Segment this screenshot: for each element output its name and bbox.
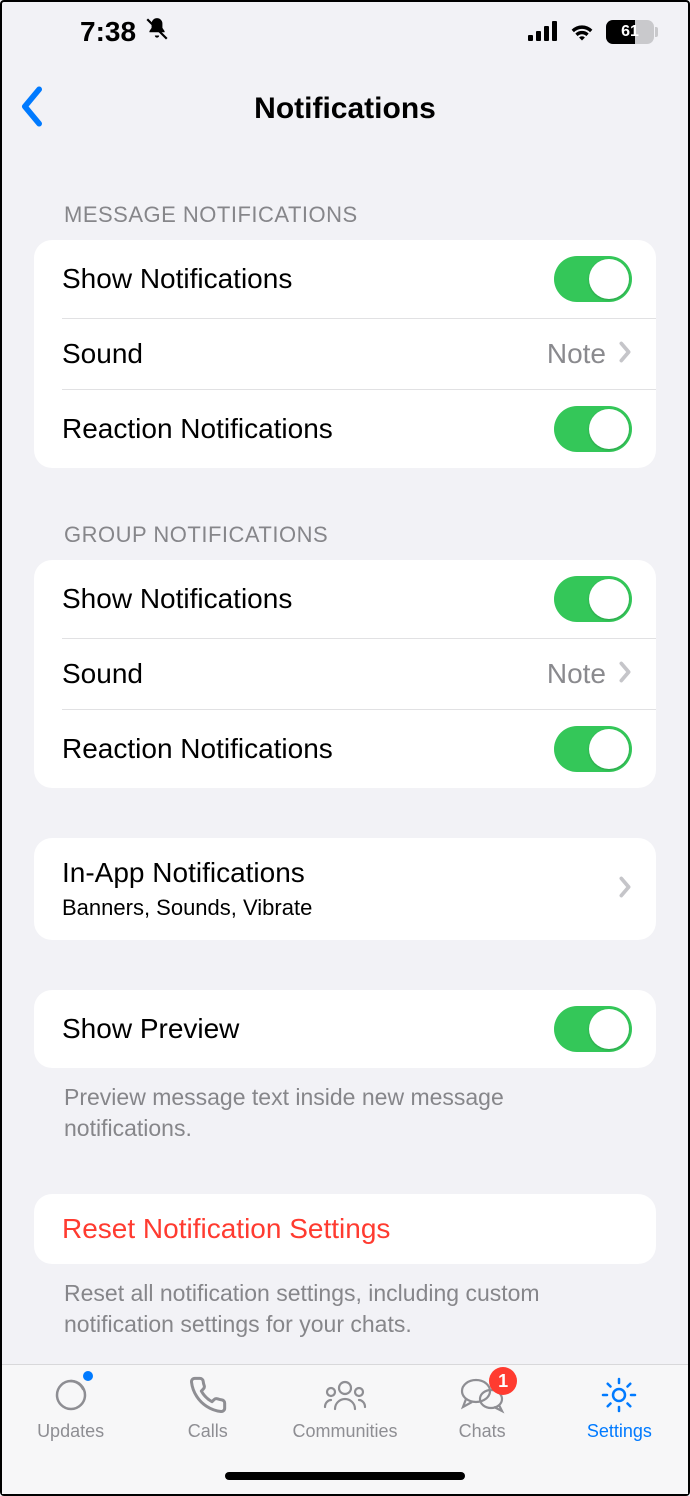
- group-reaction-row[interactable]: Reaction Notifications: [34, 710, 656, 788]
- row-label: Reaction Notifications: [62, 413, 333, 445]
- wifi-icon: [568, 16, 596, 48]
- row-label: Sound: [62, 658, 143, 690]
- reset-notification-settings-row[interactable]: Reset Notification Settings: [34, 1194, 656, 1264]
- tab-calls[interactable]: Calls: [143, 1373, 273, 1442]
- tab-label: Settings: [587, 1421, 652, 1442]
- reset-footer: Reset all notification settings, includi…: [34, 1264, 656, 1340]
- row-label: Show Preview: [62, 1013, 239, 1045]
- in-app-notifications-row[interactable]: In-App Notifications Banners, Sounds, Vi…: [34, 838, 656, 940]
- show-preview-row[interactable]: Show Preview: [34, 990, 656, 1068]
- content-scroll: Message Notifications Show Notifications…: [2, 156, 688, 1364]
- phone-icon: [188, 1373, 228, 1417]
- group-sound-row[interactable]: Sound Note: [34, 639, 656, 709]
- tab-label: Updates: [37, 1421, 104, 1442]
- tab-communities[interactable]: Communities: [280, 1373, 410, 1442]
- row-label: Show Notifications: [62, 583, 292, 615]
- message-sound-row[interactable]: Sound Note: [34, 319, 656, 389]
- silent-mode-icon: [144, 16, 170, 49]
- communities-icon: [321, 1373, 369, 1417]
- row-label: Reaction Notifications: [62, 733, 333, 765]
- tab-chats[interactable]: 1 Chats: [417, 1373, 547, 1442]
- back-button[interactable]: [18, 87, 46, 132]
- message-show-switch[interactable]: [554, 256, 632, 302]
- message-section-header: Message Notifications: [34, 156, 656, 240]
- page-title: Notifications: [254, 92, 436, 126]
- reset-label: Reset Notification Settings: [62, 1213, 390, 1245]
- message-show-notifications-row[interactable]: Show Notifications: [34, 240, 656, 318]
- chats-badge: 1: [489, 1367, 517, 1395]
- tab-label: Communities: [292, 1421, 397, 1442]
- group-sound-value: Note: [547, 658, 606, 690]
- tab-label: Chats: [459, 1421, 506, 1442]
- in-app-title: In-App Notifications: [62, 857, 312, 889]
- cellular-signal-icon: [528, 16, 558, 48]
- tab-label: Calls: [188, 1421, 228, 1442]
- updates-dot-icon: [83, 1371, 93, 1381]
- preview-footer: Preview message text inside new message …: [34, 1068, 656, 1144]
- in-app-subtitle: Banners, Sounds, Vibrate: [62, 895, 312, 921]
- row-label: Show Notifications: [62, 263, 292, 295]
- navigation-bar: Notifications: [2, 62, 688, 156]
- status-bar: 7:38 61: [2, 2, 688, 62]
- chevron-right-icon: [618, 876, 632, 903]
- home-indicator[interactable]: [225, 1472, 465, 1480]
- message-sound-value: Note: [547, 338, 606, 370]
- group-show-notifications-row[interactable]: Show Notifications: [34, 560, 656, 638]
- chevron-right-icon: [618, 341, 632, 368]
- message-reaction-row[interactable]: Reaction Notifications: [34, 390, 656, 468]
- chevron-right-icon: [618, 661, 632, 688]
- message-reaction-switch[interactable]: [554, 406, 632, 452]
- gear-icon: [599, 1373, 639, 1417]
- group-show-switch[interactable]: [554, 576, 632, 622]
- group-section-header: Group Notifications: [34, 468, 656, 560]
- updates-icon: [51, 1373, 91, 1417]
- tab-updates[interactable]: Updates: [6, 1373, 136, 1442]
- tab-settings[interactable]: Settings: [554, 1373, 684, 1442]
- group-reaction-switch[interactable]: [554, 726, 632, 772]
- battery-indicator: 61: [606, 20, 654, 44]
- status-time: 7:38: [80, 16, 136, 48]
- row-label: Sound: [62, 338, 143, 370]
- show-preview-switch[interactable]: [554, 1006, 632, 1052]
